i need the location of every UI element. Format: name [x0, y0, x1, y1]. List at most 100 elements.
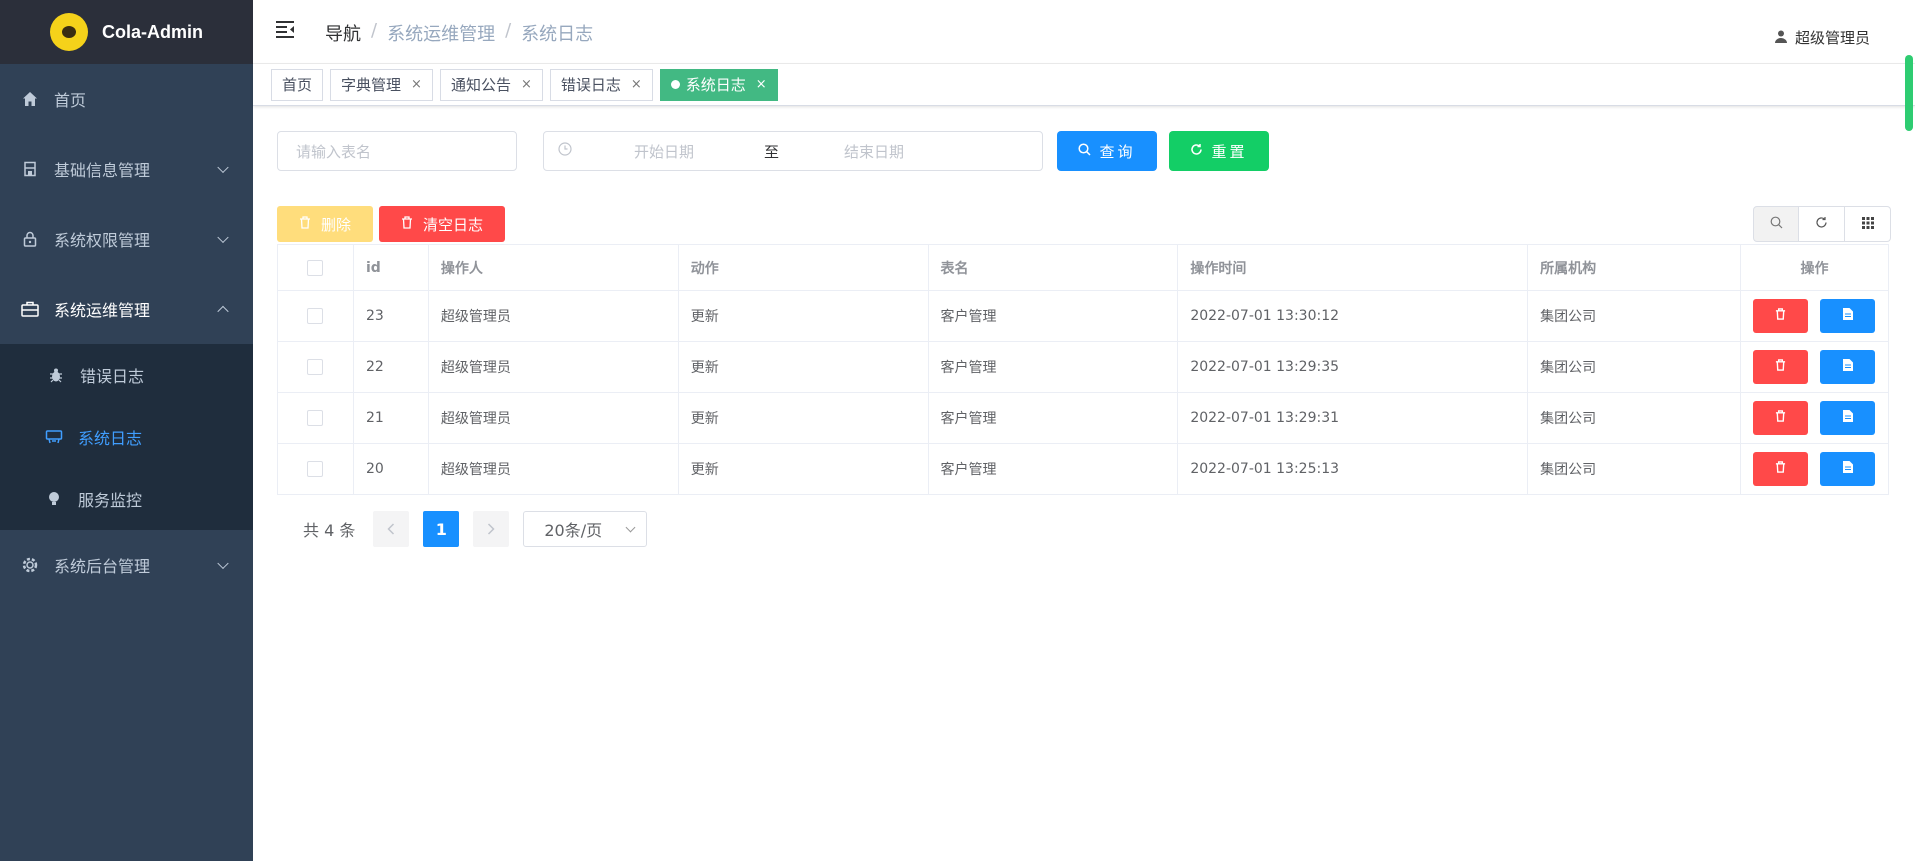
tab-home[interactable]: 首页 — [271, 68, 324, 101]
row-checkbox[interactable] — [307, 461, 324, 477]
log-table: id 操作人 动作 表名 操作时间 所属机构 操作 23 超级管理员 更新 客户… — [277, 244, 1890, 495]
trash-icon — [1775, 410, 1786, 426]
sidebar-item-label: 服务监控 — [78, 491, 143, 510]
date-range-picker[interactable]: 开始日期 至 结束日期 — [543, 131, 1043, 171]
row-delete-button[interactable] — [1753, 350, 1809, 384]
table-header-row: id 操作人 动作 表名 操作时间 所属机构 操作 — [277, 244, 1890, 291]
query-button[interactable]: 查询 — [1057, 131, 1157, 171]
breadcrumb-separator: / — [371, 20, 378, 41]
chevron-right-icon — [487, 520, 495, 539]
select-all-cell — [277, 244, 354, 291]
chevron-up-icon — [217, 305, 229, 318]
logo[interactable]: Cola-Admin — [0, 0, 253, 64]
lock-icon — [20, 229, 40, 249]
sidebar-item-label: 首页 — [54, 91, 87, 110]
cell-operations — [1739, 443, 1890, 495]
tab-label: 首页 — [282, 76, 313, 94]
tab-label: 字典管理 — [341, 76, 402, 94]
tab-dictionary[interactable]: 字典管理 × — [330, 68, 433, 101]
column-header: 操作人 — [427, 244, 679, 291]
user-icon — [1774, 29, 1787, 47]
cell-time: 2022-07-01 13:25:13 — [1177, 443, 1529, 495]
building-icon — [20, 159, 40, 179]
sidebar-item-system-log[interactable]: 系统日志 — [0, 406, 253, 468]
select-cell — [277, 443, 354, 495]
sidebar-item-backend[interactable]: 系统后台管理 — [0, 530, 253, 600]
document-icon — [1842, 308, 1853, 324]
toggle-search-button[interactable] — [1753, 206, 1799, 242]
column-header: 所属机构 — [1527, 244, 1741, 291]
sidebar-item-label: 错误日志 — [80, 367, 145, 386]
close-icon[interactable]: × — [756, 77, 767, 92]
row-detail-button[interactable] — [1820, 401, 1876, 435]
breadcrumb-item: 系统运维管理 — [387, 24, 496, 45]
close-icon[interactable]: × — [411, 77, 422, 92]
table-name-input[interactable]: 请输入表名 — [277, 131, 517, 171]
clear-log-button[interactable]: 清空日志 — [379, 206, 505, 242]
next-page-button[interactable] — [473, 511, 510, 547]
page-size-value: 20条/页 — [544, 521, 603, 540]
trash-icon — [401, 215, 413, 233]
select-all-checkbox[interactable] — [307, 259, 324, 276]
close-icon[interactable]: × — [631, 77, 642, 92]
row-delete-button[interactable] — [1753, 452, 1809, 486]
cell-id: 21 — [352, 392, 429, 444]
cell-id: 22 — [352, 341, 429, 393]
search-icon — [1770, 215, 1783, 233]
reset-button[interactable]: 重置 — [1169, 131, 1269, 171]
columns-button[interactable] — [1845, 206, 1891, 242]
row-detail-button[interactable] — [1820, 452, 1876, 486]
tab-system-log[interactable]: 系统日志 × — [659, 68, 778, 101]
row-checkbox[interactable] — [307, 308, 324, 324]
row-delete-button[interactable] — [1753, 401, 1809, 435]
sidebar-item-monitor[interactable]: 服务监控 — [0, 468, 253, 530]
table-row: 20 超级管理员 更新 客户管理 2022-07-01 13:25:13 集团公… — [277, 443, 1890, 495]
tab-notice[interactable]: 通知公告 × — [439, 68, 543, 101]
document-icon — [1842, 461, 1853, 477]
close-icon[interactable]: × — [521, 77, 532, 92]
cell-org: 集团公司 — [1527, 341, 1741, 393]
main-content: 请输入表名 开始日期 至 结束日期 查询 重置 删除 清空日志 id 操作人 动… — [253, 106, 1915, 861]
row-checkbox[interactable] — [307, 359, 324, 375]
tab-error-log[interactable]: 错误日志 × — [549, 68, 653, 101]
row-detail-button[interactable] — [1820, 299, 1876, 333]
page-size-select[interactable]: 20条/页 — [523, 511, 648, 547]
ops-submenu: 错误日志 系统日志 服务监控 — [0, 344, 253, 530]
cell-table: 客户管理 — [927, 290, 1179, 342]
sidebar-item-basic-info[interactable]: 基础信息管理 — [0, 134, 253, 204]
end-date-input[interactable]: 结束日期 — [844, 141, 904, 162]
clear-label: 清空日志 — [422, 215, 483, 234]
right-toolbar — [1753, 206, 1891, 242]
trash-icon — [299, 215, 311, 233]
row-delete-button[interactable] — [1753, 299, 1809, 333]
cell-time: 2022-07-01 13:29:31 — [1177, 392, 1529, 444]
column-header: 操作 — [1739, 244, 1890, 291]
query-label: 查询 — [1099, 142, 1136, 161]
breadcrumb-item[interactable]: 导航 — [325, 20, 361, 46]
refresh-button[interactable] — [1799, 206, 1845, 242]
start-date-input[interactable]: 开始日期 — [634, 141, 744, 162]
input-placeholder: 请输入表名 — [296, 142, 372, 161]
sidebar-item-permission[interactable]: 系统权限管理 — [0, 204, 253, 274]
row-checkbox[interactable] — [307, 410, 324, 426]
sidebar-item-ops[interactable]: 系统运维管理 — [0, 274, 253, 344]
log-icon — [44, 427, 64, 447]
cell-table: 客户管理 — [927, 392, 1179, 444]
prev-page-button[interactable] — [373, 511, 410, 547]
gear-icon — [20, 555, 40, 575]
clock-icon — [558, 142, 572, 160]
table-toolbar: 删除 清空日志 — [277, 206, 1891, 242]
sidebar: Cola-Admin 首页 基础信息管理 系统权限管理 系统运维管理 错误日志 … — [0, 0, 253, 861]
refresh-icon — [1190, 142, 1203, 160]
sidebar-item-home[interactable]: 首页 — [0, 64, 253, 134]
user-menu[interactable]: 超级管理员 — [1774, 27, 1870, 48]
row-detail-button[interactable] — [1820, 350, 1876, 384]
sidebar-item-error-log[interactable]: 错误日志 — [0, 344, 253, 406]
breadcrumb-current: 系统日志 — [521, 24, 594, 45]
hamburger-icon[interactable] — [275, 20, 295, 38]
cell-action: 更新 — [677, 341, 929, 393]
cell-action: 更新 — [677, 290, 929, 342]
username: 超级管理员 — [1794, 29, 1870, 47]
page-number[interactable]: 1 — [423, 511, 460, 547]
delete-button[interactable]: 删除 — [277, 206, 373, 242]
